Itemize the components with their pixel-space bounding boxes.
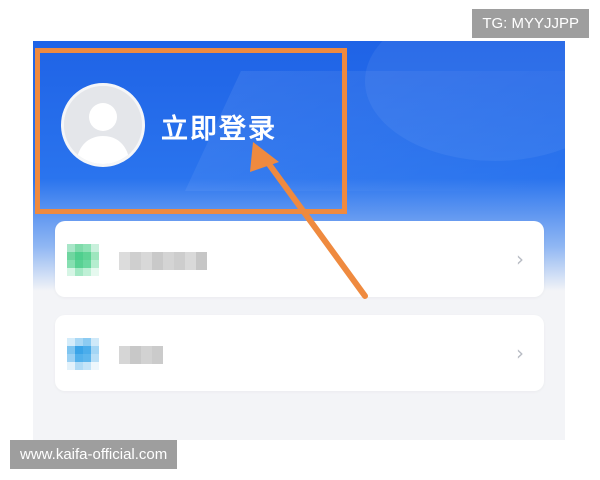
chevron-right-icon: › bbox=[516, 341, 524, 365]
chevron-right-icon: › bbox=[516, 247, 524, 271]
menu-item-1[interactable]: › bbox=[55, 221, 544, 297]
watermark-top: TG: MYYJJPP bbox=[472, 9, 589, 38]
watermark-bottom: www.kaifa-official.com bbox=[10, 440, 178, 469]
user-avatar-icon[interactable] bbox=[61, 83, 145, 167]
blurred-app-icon bbox=[67, 244, 99, 276]
avatar-silhouette-icon bbox=[64, 86, 142, 164]
login-link[interactable]: 立即登录 bbox=[161, 107, 277, 146]
blurred-app-icon bbox=[67, 338, 99, 370]
menu-item-label-blurred bbox=[119, 252, 207, 270]
menu-item-label-blurred bbox=[119, 346, 163, 364]
app-screen: 立即登录 › › bbox=[33, 41, 565, 440]
menu-item-2[interactable]: › bbox=[55, 315, 544, 391]
